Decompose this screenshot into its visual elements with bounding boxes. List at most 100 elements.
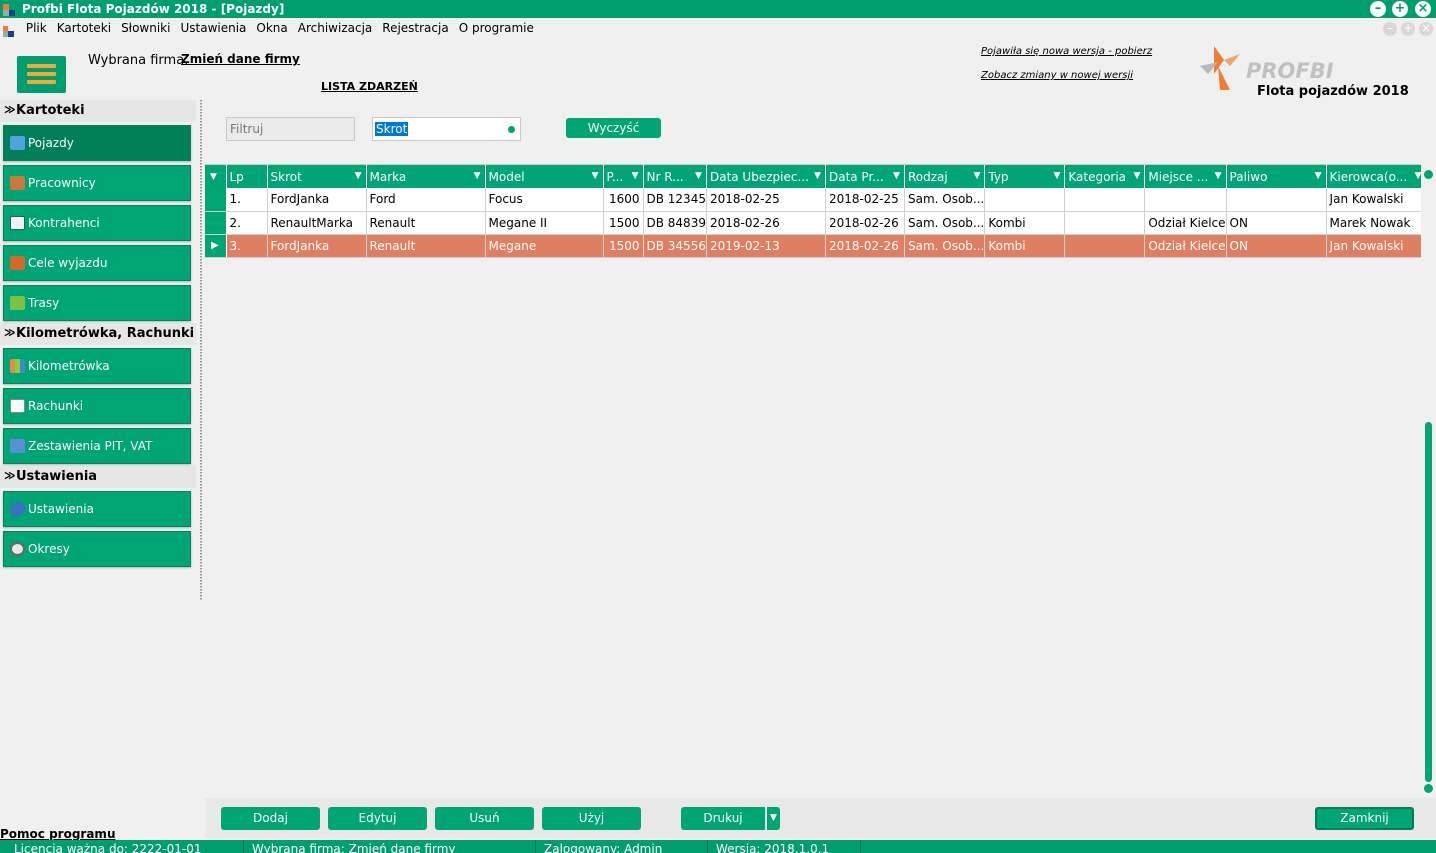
cell[interactable]: Odział Kielce [1144,211,1227,235]
print-dropdown-icon[interactable]: ▼ [766,807,780,830]
column-header[interactable]: Data Ubezpiec... ▼ [706,165,826,188]
dropdown-icon[interactable] [508,126,515,133]
close-icon[interactable]: × [1415,1,1431,17]
column-header[interactable]: P... ▼ [603,165,644,188]
column-header[interactable]: Model ▼ [485,165,604,188]
cell[interactable]: Sam. Osob... [904,234,986,258]
column-header[interactable]: Nr R... ▼ [643,165,707,188]
column-header[interactable]: Data Pr... ▼ [825,165,905,188]
mdi-close-icon[interactable]: × [1419,22,1433,36]
column-menu[interactable]: ▼ [205,165,227,188]
column-header[interactable]: Lp [226,165,268,188]
cell[interactable]: DB 34556 [643,234,707,258]
cell[interactable]: ON [1226,234,1327,258]
sidebar-item-kontrahenci[interactable]: Kontrahenci [3,205,191,241]
cell[interactable]: Ford [366,188,486,212]
cell[interactable]: Focus [485,188,604,212]
cell[interactable] [1064,234,1146,258]
menu-item-o-programie[interactable]: O programie [454,18,539,39]
column-header[interactable]: Paliwo ▼ [1226,165,1327,188]
sidebar-item-rachunki[interactable]: Rachunki [3,388,191,424]
column-header[interactable]: Kategoria ▼ [1064,165,1146,188]
column-header[interactable]: Miejsce ... ▼ [1144,165,1227,188]
cell[interactable] [1144,188,1227,212]
cell[interactable]: Jan Kowalski [1326,188,1427,212]
change-firm-link[interactable]: Zmień dane firmy [181,52,300,66]
cell[interactable]: FordJanka [267,234,367,258]
cell[interactable]: 1. [226,188,268,212]
mdi-restore-icon[interactable]: + [1401,22,1415,36]
vertical-scrollbar[interactable] [1421,164,1436,798]
minimize-icon[interactable]: – [1370,1,1386,17]
add-button[interactable]: Dodaj [221,807,320,830]
cell[interactable]: 2. [226,211,268,235]
menu-item-rejestracja[interactable]: Rejestracja [377,18,453,39]
cell[interactable]: Renault [366,234,486,258]
filter-input[interactable]: Filtruj [226,117,355,141]
events-list-link[interactable]: LISTA ZDARZEŃ [321,80,418,93]
menu-toggle-button[interactable] [17,56,66,93]
cell[interactable]: Jan Kowalski [1326,234,1427,258]
column-header[interactable]: Skrot ▼ [267,165,367,188]
column-header[interactable]: Kierowca(o... ▼ [1326,165,1427,188]
clear-filter-button[interactable]: Wyczyść [566,118,661,138]
edit-button[interactable]: Edytuj [328,807,427,830]
cell[interactable]: Sam. Osob... [904,211,986,235]
menu-item-plik[interactable]: Plik [21,18,52,39]
menu-item-kartoteki[interactable]: Kartoteki [52,18,116,39]
menu-item-slowniki[interactable]: Słowniki [116,18,175,39]
see-changes-link[interactable]: Zobacz zmiany w nowej wersji [981,70,1133,81]
cell[interactable]: Odział Kielce [1144,234,1227,258]
row-indicator[interactable] [205,211,227,235]
cell[interactable] [1064,211,1146,235]
menu-item-ustawienia[interactable]: Ustawienia [175,18,251,39]
column-header[interactable]: Typ ▼ [984,165,1066,188]
menu-item-archiwizacja[interactable]: Archiwizacja [293,18,378,39]
sidebar-section-ustawienia[interactable]: ≫ Ustawienia [0,466,196,488]
cell[interactable]: Kombi [984,234,1066,258]
delete-button[interactable]: Usuń [435,807,534,830]
sidebar-section-kartoteki[interactable]: ≫ Kartoteki [0,100,196,122]
sidebar-item-ustawienia[interactable]: Ustawienia [3,491,191,527]
cell[interactable]: Sam. Osob... [904,188,986,212]
cell[interactable]: Marek Nowak [1326,211,1427,235]
sidebar-section-kilometrowka[interactable]: ≫ Kilometrówka, Rachunki [0,323,196,345]
sidebar-splitter[interactable] [199,100,203,600]
cell[interactable]: 2018-02-25 [706,188,826,212]
sidebar-item-pojazdy[interactable]: Pojazdy [3,125,191,161]
cell[interactable]: 2019-02-13 [706,234,826,258]
cell[interactable]: 1500 [603,211,644,235]
cell[interactable] [984,188,1066,212]
sidebar-item-trasy[interactable]: Trasy [3,285,191,321]
filter-column-select[interactable]: Skrot [372,117,521,141]
use-button[interactable]: Użyj [542,807,641,830]
cell[interactable]: RenaultMarka [267,211,367,235]
table-row[interactable]: 2. RenaultMarka Renault Megane II 1500 D… [205,211,1427,235]
sidebar-item-okresy[interactable]: Okresy [3,531,191,567]
cell[interactable]: 3. [226,234,268,258]
cell[interactable] [1064,188,1146,212]
close-button[interactable]: Zamknij [1315,807,1414,830]
cell[interactable]: DB 84839 [643,211,707,235]
sidebar-item-zestawienia[interactable]: Zestawienia PIT, VAT [3,428,191,464]
table-row[interactable]: 1. FordJanka Ford Focus 1600 DB 12345 20… [205,188,1427,212]
help-link[interactable]: Pomoc programu [0,827,115,841]
scroll-down-icon[interactable] [1424,784,1433,793]
sidebar-item-pracownicy[interactable]: Pracownicy [3,165,191,201]
cell[interactable]: FordJanka [267,188,367,212]
cell[interactable]: Megane II [485,211,604,235]
cell[interactable] [1226,188,1327,212]
row-indicator[interactable]: ▶ [205,234,227,258]
scroll-thumb[interactable] [1425,422,1432,782]
cell[interactable]: 2018-02-26 [825,211,905,235]
cell[interactable]: 1600 [603,188,644,212]
row-indicator[interactable] [205,188,227,212]
sidebar-item-cele-wyjazdu[interactable]: Cele wyjazdu [3,245,191,281]
print-button[interactable]: Drukuj [681,807,765,830]
cell[interactable]: 1500 [603,234,644,258]
maximize-icon[interactable]: + [1392,1,1408,17]
cell[interactable]: Megane [485,234,604,258]
cell[interactable]: 2018-02-26 [825,234,905,258]
column-header[interactable]: Rodzaj ▼ [904,165,986,188]
sidebar-item-kilometrowka[interactable]: Kilometrówka [3,348,191,384]
